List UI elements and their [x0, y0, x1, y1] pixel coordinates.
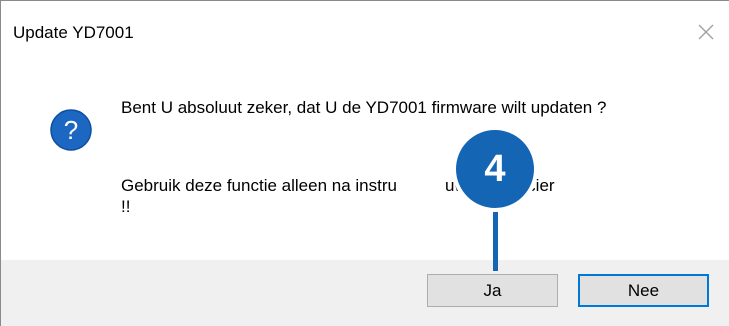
question-icon: ? — [50, 109, 92, 151]
dialog-window: Update YD7001 ? Bent U absoluut zeker, d… — [0, 0, 729, 326]
message-line-2: Gebruik deze functie alleen na instruuw … — [121, 175, 701, 217]
close-button[interactable] — [683, 1, 729, 63]
message-line-2-start: Gebruik deze functie alleen na instru — [121, 176, 397, 195]
window-title: Update YD7001 — [13, 23, 134, 42]
message-line-2-end: !! — [121, 197, 131, 216]
callout-step-badge: 4 — [452, 126, 538, 212]
close-icon — [698, 24, 714, 40]
no-button[interactable]: Nee — [578, 274, 709, 307]
question-glyph: ? — [64, 115, 78, 145]
yes-button[interactable]: Ja — [427, 274, 558, 307]
message-line-1: Bent U absoluut zeker, dat U de YD7001 f… — [121, 98, 607, 117]
